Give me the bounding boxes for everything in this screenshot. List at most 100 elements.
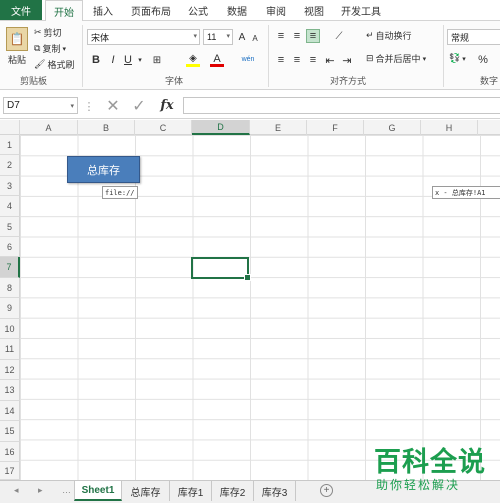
sheet-tab-total-inventory[interactable]: 总库存 [122, 481, 170, 501]
row-header[interactable]: 14 [0, 401, 20, 421]
copy-button[interactable]: ⧉ 复制 ▾ [34, 42, 66, 55]
column-header-selected[interactable]: D [192, 120, 250, 135]
column-header[interactable]: C [135, 120, 192, 135]
row-header[interactable]: 2 [0, 155, 20, 176]
clipboard-group-label: 剪贴板 [20, 76, 48, 86]
merge-icon: ⊟ [366, 53, 374, 63]
format-painter-button[interactable]: 🖌 格式刷 [34, 58, 74, 71]
currency-button[interactable]: 💱 ▾ [449, 53, 466, 64]
active-cell-d7[interactable] [191, 257, 251, 281]
ribbon-tabs: 文件 开始 插入 页面布局 公式 数据 审阅 视图 开发工具 [0, 0, 500, 21]
number-format-select[interactable]: 常规 [447, 29, 500, 45]
sheet-tab-inventory2[interactable]: 库存2 [212, 481, 254, 501]
cancel-icon[interactable]: ✕ [104, 97, 122, 115]
hyperlink-tooltip-left: file:// [102, 186, 138, 199]
chevron-down-icon: ▾ [62, 45, 66, 53]
align-center-icon[interactable]: ≡ [290, 53, 304, 67]
scroll-left-icon[interactable]: ◂ [14, 485, 19, 496]
name-box[interactable]: D7 ▾ [3, 97, 78, 114]
font-color-button[interactable]: A [210, 53, 224, 67]
column-header[interactable]: A [20, 120, 78, 135]
row-header[interactable]: 11 [0, 339, 20, 360]
align-left-icon[interactable]: ≡ [274, 53, 288, 67]
sheet-tab-inventory3[interactable]: 库存3 [254, 481, 296, 501]
font-group-label: 字体 [165, 76, 184, 86]
tab-developer[interactable]: 开发工具 [336, 0, 386, 20]
select-all-corner[interactable] [0, 120, 20, 135]
align-bottom-icon[interactable]: ≡ [306, 29, 320, 43]
column-header[interactable]: G [364, 120, 421, 135]
hyperlink-tooltip-right: x - 总库存!A1 [432, 186, 500, 199]
paste-icon[interactable]: 📋 [6, 27, 28, 51]
fill-color-icon[interactable]: ◈ [186, 53, 200, 67]
scissors-icon: ✂ [34, 27, 42, 37]
name-box-value: D7 [7, 100, 20, 111]
row-header[interactable]: 13 [0, 380, 20, 401]
row-header[interactable]: 10 [0, 319, 20, 339]
merge-center-button[interactable]: ⊟ 合并后居中 ▾ [366, 52, 426, 65]
enter-icon[interactable]: ✓ [130, 97, 148, 115]
row-header[interactable]: 17 [0, 462, 20, 480]
chevron-down-icon: ▾ [422, 55, 427, 63]
insert-function-icon[interactable]: fx [157, 96, 177, 114]
chevron-down-icon: ▾ [70, 102, 74, 110]
formula-bar: D7 ▾ ⋮ ✕ ✓ fx [0, 91, 500, 119]
column-header[interactable]: B [78, 120, 135, 135]
more-icon[interactable]: … [62, 485, 71, 495]
column-header[interactable]: F [307, 120, 364, 135]
font-name-value: 宋体 [91, 32, 110, 43]
increase-indent-icon[interactable]: ⇥ [340, 53, 354, 67]
tab-formulas[interactable]: 公式 [181, 0, 215, 20]
font-size-select[interactable]: 11 ▾ [203, 29, 233, 45]
cut-button[interactable]: ✂ 剪切 [34, 26, 62, 39]
format-painter-label: 格式刷 [47, 60, 75, 70]
row-header[interactable]: 9 [0, 298, 20, 319]
tab-view[interactable]: 视图 [297, 0, 331, 20]
shrink-font-icon[interactable]: A [250, 31, 260, 45]
paste-button[interactable]: 粘贴 [8, 53, 26, 66]
border-icon[interactable]: ⊞ [150, 53, 164, 67]
brush-icon: 🖌 [34, 59, 46, 69]
wrap-text-label: 自动换行 [375, 31, 412, 41]
align-right-icon[interactable]: ≡ [306, 53, 320, 67]
total-inventory-shape-button[interactable]: 总库存 [67, 156, 140, 183]
row-header-selected[interactable]: 7 [0, 257, 20, 278]
italic-button[interactable]: I [107, 53, 119, 67]
tab-page-layout[interactable]: 页面布局 [125, 0, 177, 20]
tab-insert[interactable]: 插入 [86, 0, 120, 20]
row-header[interactable]: 5 [0, 217, 20, 237]
tab-file[interactable]: 文件 [0, 0, 42, 20]
font-name-select[interactable]: 宋体 ▾ [87, 29, 200, 45]
row-header[interactable]: 12 [0, 360, 20, 380]
row-header[interactable]: 16 [0, 442, 20, 462]
align-middle-icon[interactable]: ≡ [290, 29, 304, 43]
row-header[interactable]: 4 [0, 196, 20, 217]
tab-data[interactable]: 数据 [220, 0, 254, 20]
row-header[interactable]: 6 [0, 237, 20, 257]
wrap-text-button[interactable]: ↵ 自动换行 [366, 29, 412, 42]
scroll-right-icon[interactable]: ▸ [38, 485, 43, 496]
row-header[interactable]: 3 [0, 176, 20, 196]
chevron-down-icon[interactable]: ▾ [136, 55, 144, 65]
column-header[interactable]: E [250, 120, 307, 135]
decrease-indent-icon[interactable]: ⇤ [323, 53, 337, 67]
cut-label: 剪切 [43, 28, 62, 38]
percent-button[interactable]: % [476, 53, 490, 67]
row-header[interactable]: 15 [0, 421, 20, 442]
phonetic-icon[interactable]: wén [240, 51, 256, 67]
tab-home[interactable]: 开始 [45, 0, 83, 21]
formula-input[interactable] [183, 97, 500, 114]
cell-grid[interactable] [20, 135, 500, 480]
align-top-icon[interactable]: ≡ [274, 29, 288, 43]
column-header[interactable]: H [421, 120, 478, 135]
sheet-tab-inventory1[interactable]: 库存1 [170, 481, 212, 501]
add-sheet-button[interactable]: + [320, 484, 333, 497]
underline-button[interactable]: U [122, 53, 134, 67]
row-header[interactable]: 8 [0, 278, 20, 298]
row-header[interactable]: 1 [0, 135, 20, 155]
orientation-icon[interactable]: ⟋ [330, 29, 348, 43]
sheet-tab-sheet1[interactable]: Sheet1 [74, 481, 122, 501]
tab-review[interactable]: 审阅 [259, 0, 293, 20]
grow-font-icon[interactable]: A [236, 29, 248, 45]
bold-button[interactable]: B [90, 53, 102, 67]
